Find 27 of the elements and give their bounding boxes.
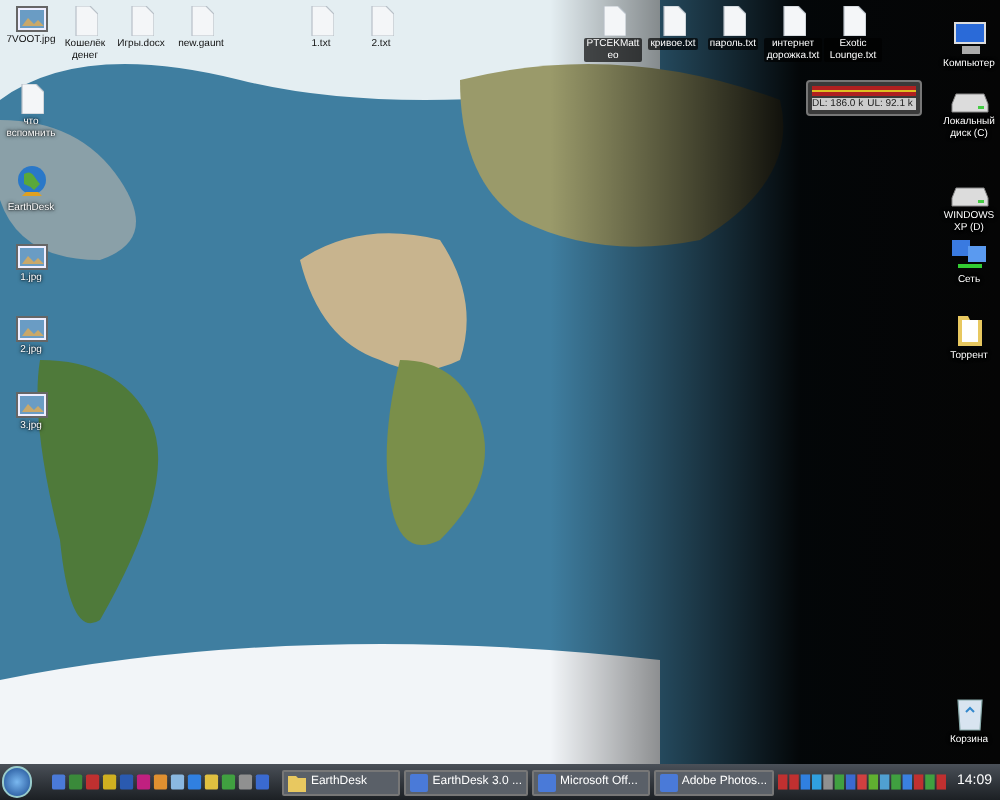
start-button[interactable] bbox=[2, 766, 33, 798]
app-icon bbox=[537, 773, 556, 791]
document-icon bbox=[19, 84, 43, 114]
document-icon bbox=[189, 6, 213, 36]
traffic-graph bbox=[812, 86, 916, 96]
drive-icon bbox=[949, 184, 989, 208]
document-icon bbox=[721, 6, 745, 36]
folder-icon bbox=[288, 773, 307, 791]
tray-icons[interactable] bbox=[777, 772, 947, 792]
globe-icon bbox=[15, 164, 47, 200]
picture-icon bbox=[15, 244, 47, 270]
computer-icon bbox=[949, 20, 989, 56]
document-icon bbox=[369, 6, 393, 36]
document-icon bbox=[841, 6, 865, 36]
app-icon bbox=[659, 773, 678, 791]
document-icon bbox=[601, 6, 625, 36]
document-icon bbox=[781, 6, 805, 36]
picture-icon bbox=[15, 6, 47, 32]
network-icon bbox=[949, 236, 989, 272]
picture-icon bbox=[15, 392, 47, 418]
document-icon bbox=[129, 6, 153, 36]
recycle-bin-icon bbox=[955, 696, 983, 732]
app-icon bbox=[410, 773, 429, 791]
document-icon bbox=[73, 6, 97, 36]
drive-icon bbox=[949, 90, 989, 114]
document-icon bbox=[309, 6, 333, 36]
picture-icon bbox=[15, 316, 47, 342]
